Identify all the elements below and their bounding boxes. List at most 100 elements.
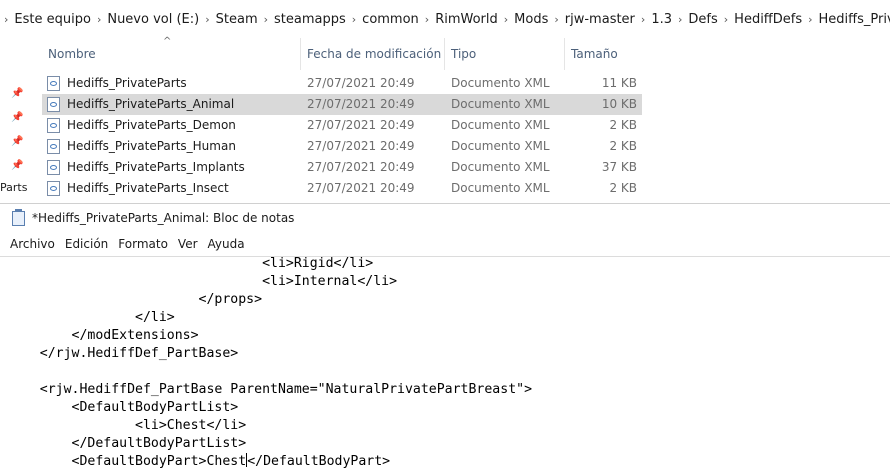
code-line: </rjw.HediffDef_PartBase> — [8, 346, 239, 361]
notepad-icon — [12, 209, 25, 226]
breadcrumb-item[interactable]: 1.3 — [649, 12, 674, 27]
chevron-right-icon[interactable]: › — [264, 13, 268, 26]
chevron-right-icon[interactable]: › — [808, 13, 812, 26]
chevron-right-icon[interactable]: › — [425, 13, 429, 26]
file-date: 27/07/2021 20:49 — [307, 160, 415, 174]
file-type: Documento XML — [451, 139, 550, 153]
chevron-right-icon[interactable]: › — [678, 13, 682, 26]
file-type: Documento XML — [451, 160, 550, 174]
breadcrumb-item[interactable]: Defs — [686, 12, 719, 27]
file-list: Hediffs_PrivateParts 27/07/2021 20:49 Docu… — [42, 73, 642, 199]
column-type-label: Tipo — [451, 47, 477, 61]
code-line: </modExtensions> — [8, 328, 199, 343]
breadcrumb-item[interactable]: common — [360, 12, 421, 27]
chevron-right-icon[interactable]: › — [97, 13, 101, 26]
chevron-right-icon[interactable]: › — [724, 13, 728, 26]
breadcrumb-item[interactable]: steamapps — [272, 12, 348, 27]
column-date-label: Fecha de modificación — [307, 47, 442, 61]
column-header-row: ^ Nombre Fecha de modificación Tipo Tama… — [0, 36, 890, 70]
column-name[interactable]: Nombre — [42, 38, 300, 70]
chevron-right-icon[interactable]: › — [554, 13, 558, 26]
menu-ayuda[interactable]: Ayuda — [203, 233, 250, 256]
chevron-right-icon[interactable]: › — [641, 13, 645, 26]
file-size: 2 KB — [609, 181, 637, 195]
breadcrumb-item[interactable]: Este equipo — [12, 12, 93, 27]
breadcrumb: › Este equipo › Nuevo vol (E:) › Steam › steama… — [0, 0, 890, 38]
breadcrumb-item[interactable]: HediffDefs — [732, 12, 804, 27]
column-type[interactable]: Tipo — [444, 38, 564, 70]
code-line: <rjw.HediffDef_PartBase ParentName="Natu… — [8, 382, 533, 397]
chevron-right-icon[interactable]: › — [504, 13, 508, 26]
file-date: 27/07/2021 20:49 — [307, 181, 415, 195]
breadcrumb-item[interactable]: rjw-master — [563, 12, 637, 27]
pin-icon[interactable]: 📌 — [11, 88, 23, 99]
breadcrumb-item[interactable]: Mods — [512, 12, 550, 27]
breadcrumb-item[interactable]: Nuevo vol (E:) — [105, 12, 201, 27]
xml-file-icon — [47, 118, 60, 133]
file-type: Documento XML — [451, 76, 550, 90]
file-size: 10 KB — [601, 97, 637, 111]
xml-file-icon — [47, 139, 60, 154]
code-line: <li>Internal</li> — [8, 274, 398, 289]
file-name: Hediffs_PrivateParts_Animal — [67, 97, 235, 111]
code-line: <li>Chest</li> — [8, 418, 247, 433]
chevron-right-icon[interactable]: › — [205, 13, 209, 26]
file-date: 27/07/2021 20:49 — [307, 76, 415, 90]
menu-bar: Archivo Edición Formato Ver Ayuda — [0, 233, 890, 256]
file-date: 27/07/2021 20:49 — [307, 139, 415, 153]
file-size: 2 KB — [609, 139, 637, 153]
pin-icon[interactable]: 📌 — [11, 136, 23, 147]
chevron-right-icon[interactable]: › — [352, 13, 356, 26]
nav-pane-item[interactable]: Parts — [0, 181, 27, 194]
file-size: 2 KB — [609, 118, 637, 132]
breadcrumb-item[interactable]: Steam — [214, 12, 260, 27]
file-name: Hediffs_PrivateParts — [67, 76, 187, 90]
file-name: Hediffs_PrivateParts_Insect — [67, 181, 229, 195]
file-size: 11 KB — [601, 76, 637, 90]
breadcrumb-item[interactable]: RimWorld — [433, 12, 500, 27]
menu-archivo[interactable]: Archivo — [0, 233, 60, 256]
code-line: </props> — [8, 292, 263, 307]
file-type: Documento XML — [451, 181, 550, 195]
column-size[interactable]: Tamaño — [564, 38, 644, 70]
pin-icon[interactable]: 📌 — [11, 112, 23, 123]
text-editor[interactable]: <li>Rigid</li> <li>Internal</li> </props… — [0, 256, 890, 475]
file-row[interactable]: Hediffs_PrivateParts_Insect 27/07/2021 20… — [42, 178, 642, 199]
column-size-label: Tamaño — [571, 47, 618, 61]
file-row[interactable]: Hediffs_PrivateParts_Human 27/07/2021 20:… — [42, 136, 642, 157]
column-date[interactable]: Fecha de modificación — [300, 38, 444, 70]
chevron-right-icon[interactable]: › — [4, 13, 8, 26]
code-line: <li>Rigid</li> — [8, 256, 374, 271]
text-caret — [246, 453, 248, 467]
xml-file-icon — [47, 160, 60, 175]
code-line: </li> — [8, 310, 175, 325]
file-date: 27/07/2021 20:49 — [307, 118, 415, 132]
code-line: </DefaultBodyPartList> — [8, 436, 247, 451]
file-row[interactable]: Hediffs_PrivateParts_Animal 27/07/2021 20… — [42, 94, 642, 115]
file-row[interactable]: Hediffs_PrivateParts_Implants 27/07/2021 … — [42, 157, 642, 178]
file-row[interactable]: Hediffs_PrivateParts 27/07/2021 20:49 Docu… — [42, 73, 642, 94]
file-type: Documento XML — [451, 97, 550, 111]
xml-file-icon — [47, 181, 60, 196]
menu-edicion[interactable]: Edición — [60, 233, 113, 256]
file-size: 37 KB — [601, 160, 637, 174]
menu-ver[interactable]: Ver — [173, 233, 203, 256]
column-name-label: Nombre — [48, 47, 96, 61]
file-type: Documento XML — [451, 118, 550, 132]
file-name: Hediffs_PrivateParts_Demon — [67, 118, 236, 132]
file-explorer: › Este equipo › Nuevo vol (E:) › Steam › steama… — [0, 0, 890, 203]
xml-file-icon — [47, 97, 60, 112]
file-row[interactable]: Hediffs_PrivateParts_Demon 27/07/2021 20:… — [42, 115, 642, 136]
code-line: <DefaultBodyPartList> — [8, 400, 239, 415]
file-name: Hediffs_PrivateParts_Implants — [67, 160, 245, 174]
menu-formato[interactable]: Formato — [113, 233, 173, 256]
file-name: Hediffs_PrivateParts_Human — [67, 139, 236, 153]
file-date: 27/07/2021 20:49 — [307, 97, 415, 111]
notepad-window: *Hediffs_PrivateParts_Animal: Bloc de no… — [0, 203, 890, 474]
pin-icon[interactable]: 📌 — [11, 160, 23, 171]
code-line: <DefaultBodyPart>Chest</DefaultBodyPart> — [8, 453, 391, 469]
title-bar[interactable]: *Hediffs_PrivateParts_Animal: Bloc de no… — [0, 204, 890, 233]
window-title: *Hediffs_PrivateParts_Animal: Bloc de no… — [32, 211, 295, 225]
breadcrumb-item[interactable]: Hediffs_PrivateParts — [817, 12, 890, 27]
xml-file-icon — [47, 76, 60, 91]
